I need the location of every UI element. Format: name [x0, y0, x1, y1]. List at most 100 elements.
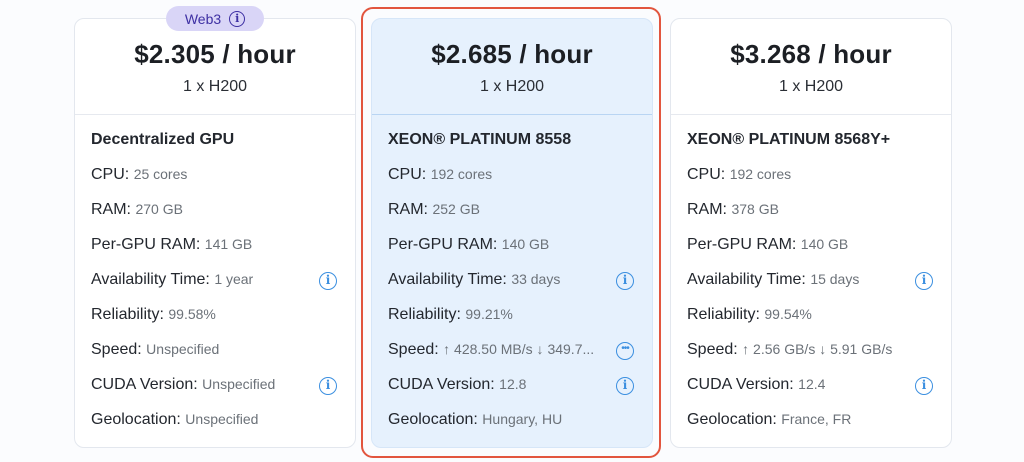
card-header: $2.685 / hour 1 x H200	[372, 19, 652, 115]
spec-value: France, FR	[781, 411, 852, 427]
spec-value: 1 year	[214, 271, 254, 287]
card-body: XEON® PLATINUM 8558 CPU: 192 cores RAM: …	[372, 115, 652, 446]
spec-row-cuda: CUDA Version: Unspecified i	[91, 376, 339, 411]
spec-row-ram: RAM: 270 GB	[91, 201, 339, 236]
cpu-model: XEON® PLATINUM 8558	[388, 131, 572, 148]
spec-value: Hungary, HU	[482, 411, 563, 427]
spec-row-gpu-ram: Per-GPU RAM: 141 GB	[91, 236, 339, 271]
spec-label: Availability Time:	[388, 271, 507, 288]
cpu-model: Decentralized GPU	[91, 131, 235, 148]
spec-value: 33 days	[511, 271, 561, 287]
spec-value: 141 GB	[204, 236, 253, 252]
spec-label: Reliability:	[687, 306, 760, 323]
spec-label: Speed:	[388, 341, 439, 358]
spec-value: ↑ 428.50 MB/s ↓ 349.7...	[443, 341, 595, 357]
card-body: Decentralized GPU CPU: 25 cores RAM: 270…	[75, 115, 355, 446]
spec-value: 99.21%	[465, 306, 513, 322]
spec-label: CPU:	[687, 166, 726, 183]
spec-row-speed: Speed: Unspecified	[91, 341, 339, 376]
spec-row-gpu-ram: Per-GPU RAM: 140 GB	[687, 236, 935, 271]
spec-row-cpu: CPU: 192 cores	[388, 166, 636, 201]
card-header: $3.268 / hour 1 x H200	[671, 19, 951, 115]
spec-row-cpu: CPU: 25 cores	[91, 166, 339, 201]
spec-row-ram: RAM: 378 GB	[687, 201, 935, 236]
spec-label: Per-GPU RAM:	[388, 236, 498, 253]
info-icon[interactable]: i	[319, 272, 337, 290]
spec-label: Geolocation:	[91, 411, 181, 428]
spec-label: Per-GPU RAM:	[91, 236, 201, 253]
price: $2.685 / hour	[431, 39, 593, 69]
spec-row-geolocation: Geolocation: Unspecified	[91, 411, 339, 446]
spec-value: 252 GB	[432, 201, 480, 217]
spec-value: 12.8	[499, 376, 527, 392]
spec-label: Reliability:	[388, 306, 461, 323]
spec-row-speed: Speed: ↑ 2.56 GB/s ↓ 5.91 GB/s	[687, 341, 935, 376]
spec-value: 140 GB	[800, 236, 849, 252]
offer-card-3[interactable]: $3.268 / hour 1 x H200 XEON® PLATINUM 85…	[670, 18, 952, 448]
spec-row-reliability: Reliability: 99.21%	[388, 306, 636, 341]
spec-row-geolocation: Geolocation: Hungary, HU	[388, 411, 636, 446]
gpu-config: 1 x H200	[182, 78, 248, 95]
spec-label: Speed:	[687, 341, 738, 358]
info-icon[interactable]: i	[915, 272, 933, 290]
spec-row-gpu-ram: Per-GPU RAM: 140 GB	[388, 236, 636, 271]
gpu-config: 1 x H200	[479, 78, 545, 95]
spec-row-cpu: CPU: 192 cores	[687, 166, 935, 201]
info-icon[interactable]: i	[229, 10, 246, 27]
info-icon[interactable]: i	[616, 377, 634, 395]
spec-value: Unspecified	[146, 341, 220, 357]
spec-row-speed: Speed: ↑ 428.50 MB/s ↓ 349.7... •••	[388, 341, 636, 376]
badge-label: Web3	[184, 10, 222, 27]
spec-value: Unspecified	[202, 376, 276, 392]
spec-label: Geolocation:	[388, 411, 478, 428]
spec-value: 25 cores	[133, 166, 188, 182]
spec-row-availability: Availability Time: 15 days i	[687, 271, 935, 306]
spec-label: Geolocation:	[687, 411, 777, 428]
spec-label: Reliability:	[91, 306, 164, 323]
gpu-config: 1 x H200	[778, 78, 844, 95]
spec-value: 270 GB	[135, 201, 183, 217]
spec-value: 378 GB	[731, 201, 779, 217]
spec-row-cuda: CUDA Version: 12.4 i	[687, 376, 935, 411]
spec-label: Availability Time:	[687, 271, 806, 288]
spec-label: RAM:	[91, 201, 131, 218]
spec-label: CUDA Version:	[687, 376, 794, 393]
more-icon[interactable]: •••	[616, 342, 634, 360]
spec-value: 99.54%	[764, 306, 812, 322]
price: $3.268 / hour	[730, 39, 892, 69]
spec-value: 12.4	[798, 376, 826, 392]
web3-badge[interactable]: Web3 i	[166, 6, 264, 31]
spec-label: CPU:	[91, 166, 130, 183]
offer-card-2[interactable]: $2.685 / hour 1 x H200 XEON® PLATINUM 85…	[371, 18, 653, 448]
spec-row-availability: Availability Time: 1 year i	[91, 271, 339, 306]
spec-value: 99.58%	[168, 306, 216, 322]
spec-label: Speed:	[91, 341, 142, 358]
spec-row-cuda: CUDA Version: 12.8 i	[388, 376, 636, 411]
spec-label: CUDA Version:	[388, 376, 495, 393]
card-body: XEON® PLATINUM 8568Y+ CPU: 192 cores RAM…	[671, 115, 951, 446]
offer-card-1[interactable]: $2.305 / hour 1 x H200 Decentralized GPU…	[74, 18, 356, 448]
spec-row-geolocation: Geolocation: France, FR	[687, 411, 935, 446]
spec-row-availability: Availability Time: 33 days i	[388, 271, 636, 306]
spec-value: 140 GB	[501, 236, 550, 252]
spec-label: CPU:	[388, 166, 427, 183]
cpu-model: XEON® PLATINUM 8568Y+	[687, 131, 891, 148]
spec-value: 15 days	[810, 271, 860, 287]
spec-label: CUDA Version:	[91, 376, 198, 393]
info-icon[interactable]: i	[319, 377, 337, 395]
spec-label: Per-GPU RAM:	[687, 236, 797, 253]
spec-value: 192 cores	[729, 166, 792, 182]
spec-row-ram: RAM: 252 GB	[388, 201, 636, 236]
spec-value: ↑ 2.56 GB/s ↓ 5.91 GB/s	[742, 341, 893, 357]
spec-label: Availability Time:	[91, 271, 210, 288]
spec-row-reliability: Reliability: 99.58%	[91, 306, 339, 341]
card-header: $2.305 / hour 1 x H200	[75, 19, 355, 115]
price: $2.305 / hour	[134, 39, 296, 69]
info-icon[interactable]: i	[616, 272, 634, 290]
spec-value: 192 cores	[430, 166, 493, 182]
info-icon[interactable]: i	[915, 377, 933, 395]
spec-value: Unspecified	[185, 411, 259, 427]
spec-row-reliability: Reliability: 99.54%	[687, 306, 935, 341]
spec-label: RAM:	[388, 201, 428, 218]
spec-label: RAM:	[687, 201, 727, 218]
